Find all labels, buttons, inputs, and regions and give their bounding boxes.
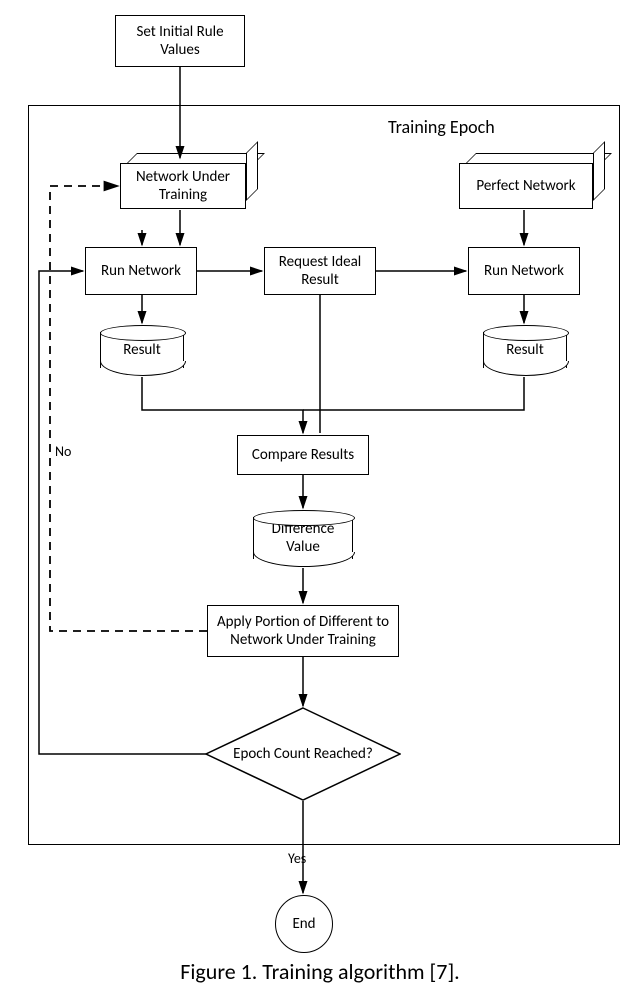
node-set-initial: Set Initial Rule Values xyxy=(115,15,245,67)
edge-label-no: No xyxy=(55,443,71,460)
node-run-network-right: Run Network xyxy=(468,247,580,295)
node-difference-value: Difference Value xyxy=(253,510,353,566)
node-apply-portion: Apply Portion of Different to Network Un… xyxy=(207,605,399,657)
node-network-under-training: Network Under Training xyxy=(120,158,258,214)
diagram-canvas: Training Epoch Set Initial Rule Values N… xyxy=(0,0,640,989)
node-perfect-network: Perfect Network xyxy=(459,158,605,214)
edge-label-yes: Yes xyxy=(288,850,306,867)
node-request-ideal: Request Ideal Result xyxy=(264,247,376,295)
node-result-left: Result xyxy=(100,325,184,375)
node-result-right: Result xyxy=(483,325,567,375)
training-epoch-label: Training Epoch xyxy=(388,116,495,138)
figure-caption: Figure 1. Training algorithm [7]. xyxy=(0,958,640,985)
node-compare-results: Compare Results xyxy=(237,435,369,475)
node-end: End xyxy=(275,895,333,953)
node-run-network-left: Run Network xyxy=(85,247,197,295)
node-epoch-count-decision: Epoch Count Reached? xyxy=(205,707,401,801)
